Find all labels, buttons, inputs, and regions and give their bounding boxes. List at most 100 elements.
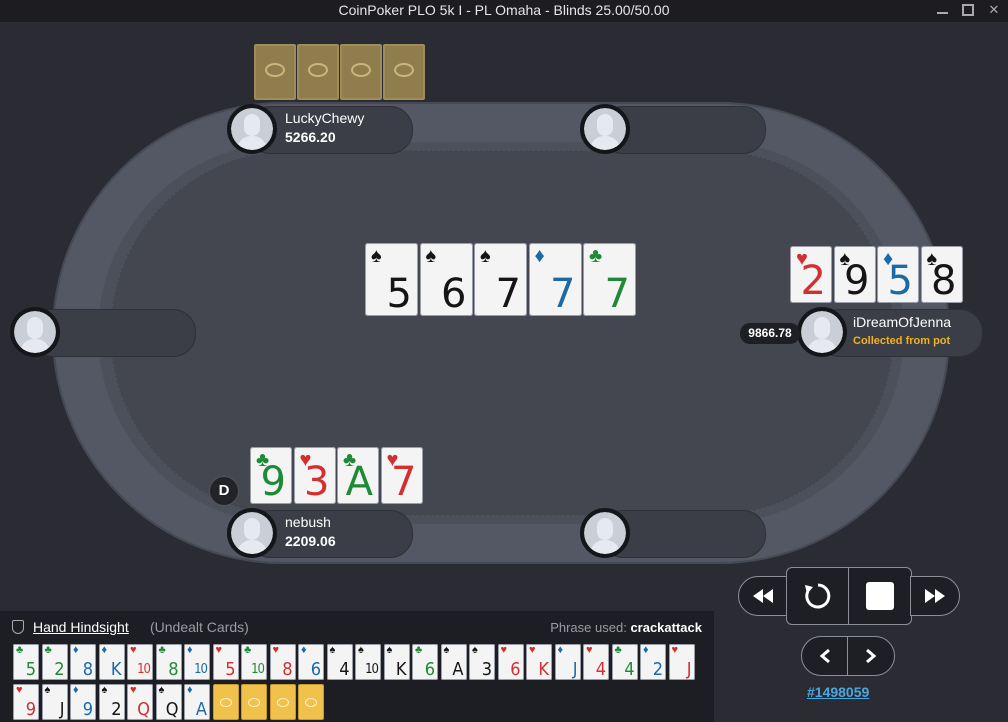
undealt-card: ♣ 8 (155, 644, 182, 680)
replay-icon (805, 583, 831, 609)
card-rank: 8 (168, 659, 179, 680)
rewind-button[interactable] (738, 576, 788, 616)
hand-hindsight-link[interactable]: Hand Hindsight (33, 619, 129, 635)
card-rank: 5 (887, 258, 913, 303)
card-suit: ♦ (534, 245, 545, 267)
card-suit: ♥ (130, 684, 137, 696)
undealt-card: ♠ 2 (98, 684, 125, 720)
card-suit: ♣ (244, 644, 252, 656)
seat-luckychewy[interactable]: LuckyChewy 5266.20 (227, 104, 413, 154)
card-suit: ♠ (44, 684, 51, 696)
undealt-card: ♣ 5 (13, 644, 39, 680)
card-rank: A (345, 459, 373, 504)
stop-button[interactable] (848, 567, 912, 625)
phrase-used: Phrase used: crackattack (550, 620, 702, 635)
previous-step-button[interactable] (801, 636, 849, 676)
card-rank: 3 (304, 459, 330, 504)
card-suit: ♦ (557, 644, 564, 656)
undealt-card: ♦ 8 (70, 644, 96, 680)
seat-nebush[interactable]: nebush 2209.06 (227, 508, 413, 558)
card-rank: 9 (25, 699, 36, 720)
card-rank: J (686, 659, 692, 680)
card-back (383, 44, 425, 100)
shield-icon (12, 620, 24, 634)
seat-empty-left[interactable] (10, 307, 196, 357)
card-rank: 4 (339, 659, 350, 680)
hand-id-link[interactable]: #1498059 (807, 684, 869, 700)
player-name: iDreamOfJenna (853, 314, 952, 330)
card-rank: K (395, 659, 407, 680)
card-rank: 6 (310, 659, 321, 680)
card-suit: ♣ (614, 644, 622, 656)
card-rank: Q (165, 699, 179, 720)
card-suit: ♠ (425, 245, 437, 267)
card-suit: ♦ (301, 644, 307, 656)
hand-hindsight-panel: Hand Hindsight (Undealt Cards) Phrase us… (0, 611, 714, 722)
rewind-icon (753, 589, 773, 603)
card-rank: 7 (550, 271, 576, 316)
player-name: LuckyChewy (285, 110, 365, 126)
card-suit: ♣ (415, 644, 423, 656)
undealt-card: ♥ 4 (583, 644, 609, 680)
card-rank: 2 (800, 258, 826, 303)
seat-empty-bottom-right[interactable] (580, 508, 766, 558)
card-suit: ♠ (480, 245, 491, 267)
undealt-card: ♥ K (526, 644, 552, 680)
card-rank: 5 (225, 659, 236, 680)
board-card: ♦ 7 (528, 243, 582, 316)
maximize-icon[interactable] (962, 4, 974, 16)
avatar (580, 508, 630, 558)
card-rank: 9 (82, 699, 93, 720)
card-rank: 10 (251, 662, 265, 677)
avatar (580, 104, 630, 154)
card-rank: 6 (424, 659, 435, 680)
card-suit: ♥ (16, 684, 23, 696)
seat-idreamofjenna[interactable]: iDreamOfJenna Collected from pot (797, 307, 983, 357)
player-status: Collected from pot (853, 335, 951, 347)
seat-empty-top-right[interactable] (580, 104, 766, 154)
undealt-card: ♦ 6 (298, 644, 324, 680)
card-rank: 10 (365, 662, 379, 677)
phrase-label: Phrase used: (550, 620, 627, 635)
card-suit: ♠ (329, 644, 336, 656)
card-suit: ♠ (158, 684, 165, 696)
card-rank: 7 (391, 459, 417, 504)
hole-card: ♣ A (337, 447, 379, 504)
card-suit: ♦ (187, 684, 193, 696)
card-suit: ♠ (472, 644, 478, 656)
card-rank: 4 (595, 659, 606, 680)
hole-card: ♠ 9 (833, 246, 876, 303)
fast-forward-button[interactable] (910, 576, 960, 616)
hole-card: ♥ 3 (293, 447, 336, 504)
replay-button[interactable] (786, 567, 850, 625)
avatar (10, 307, 60, 357)
next-step-button[interactable] (847, 636, 895, 676)
card-suit: ♥ (215, 644, 223, 656)
card-rank: A (452, 659, 464, 680)
card-suit: ♣ (158, 644, 166, 656)
player-stack-badge: 9866.78 (740, 323, 800, 344)
stop-icon (866, 582, 894, 610)
hole-card: ♦ 5 (877, 246, 919, 303)
undealt-card: ♥ 6 (497, 644, 524, 680)
card-rank: 5 (386, 271, 412, 316)
board-card: ♠ 6 (419, 243, 473, 316)
undealt-card: ♦ K (98, 644, 125, 680)
undealt-card: ♣ 10 (241, 644, 267, 680)
undealt-card: ♥ Q (127, 684, 153, 720)
card-rank: 3 (481, 659, 492, 680)
card-suit: ♠ (358, 644, 364, 656)
card-suit: ♣ (589, 245, 603, 267)
close-icon[interactable]: ✕ (988, 3, 1000, 16)
card-rank: 2 (54, 659, 65, 680)
card-rank: 6 (510, 659, 521, 680)
undealt-card: ♦ 10 (184, 644, 210, 680)
card-rank: 10 (194, 662, 208, 677)
card-rank: 2 (111, 699, 122, 720)
card-rank: 8 (82, 659, 93, 680)
board-card: ♠ 7 (474, 243, 527, 316)
board-card: ♣ 7 (583, 243, 636, 316)
minimize-icon[interactable] (937, 6, 948, 14)
card-suit: ♣ (16, 644, 24, 656)
card-rank: K (538, 659, 549, 680)
